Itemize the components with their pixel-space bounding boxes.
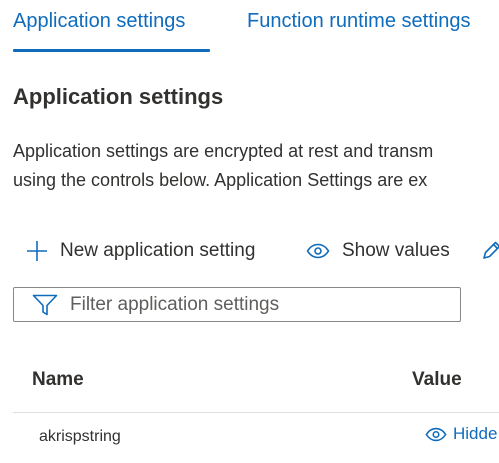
- show-values-button[interactable]: Show values: [306, 236, 450, 266]
- description-line-2: using the controls below. Application Se…: [13, 170, 428, 190]
- plus-icon: [27, 241, 47, 261]
- filter-box[interactable]: [13, 287, 461, 322]
- new-application-setting-button[interactable]: New application setting: [26, 236, 255, 266]
- filter-input[interactable]: [70, 293, 450, 316]
- edit-button[interactable]: [480, 236, 499, 266]
- table-row-value-toggle[interactable]: Hidde: [425, 424, 497, 444]
- page-title: Application settings: [13, 84, 224, 109]
- new-application-setting-label: New application setting: [60, 240, 256, 261]
- tab-application-settings[interactable]: Application settings: [13, 10, 185, 33]
- active-tab-indicator: [13, 49, 210, 52]
- description-line-1: Application settings are encrypted at re…: [13, 141, 434, 161]
- tab-function-runtime-settings[interactable]: Function runtime settings: [247, 10, 470, 33]
- table-row-name[interactable]: akrispstring: [39, 428, 121, 446]
- column-header-value[interactable]: Value: [412, 369, 462, 391]
- hidden-value-label: Hidde: [453, 424, 498, 443]
- pencil-icon: [483, 241, 499, 259]
- column-header-name[interactable]: Name: [32, 369, 84, 391]
- app-settings-page: Application settings Function runtime se…: [0, 0, 499, 463]
- eye-icon: [425, 427, 447, 441]
- filter-icon: [32, 294, 58, 315]
- table-divider: [13, 412, 499, 413]
- eye-icon: [306, 243, 330, 259]
- show-values-label: Show values: [342, 240, 450, 261]
